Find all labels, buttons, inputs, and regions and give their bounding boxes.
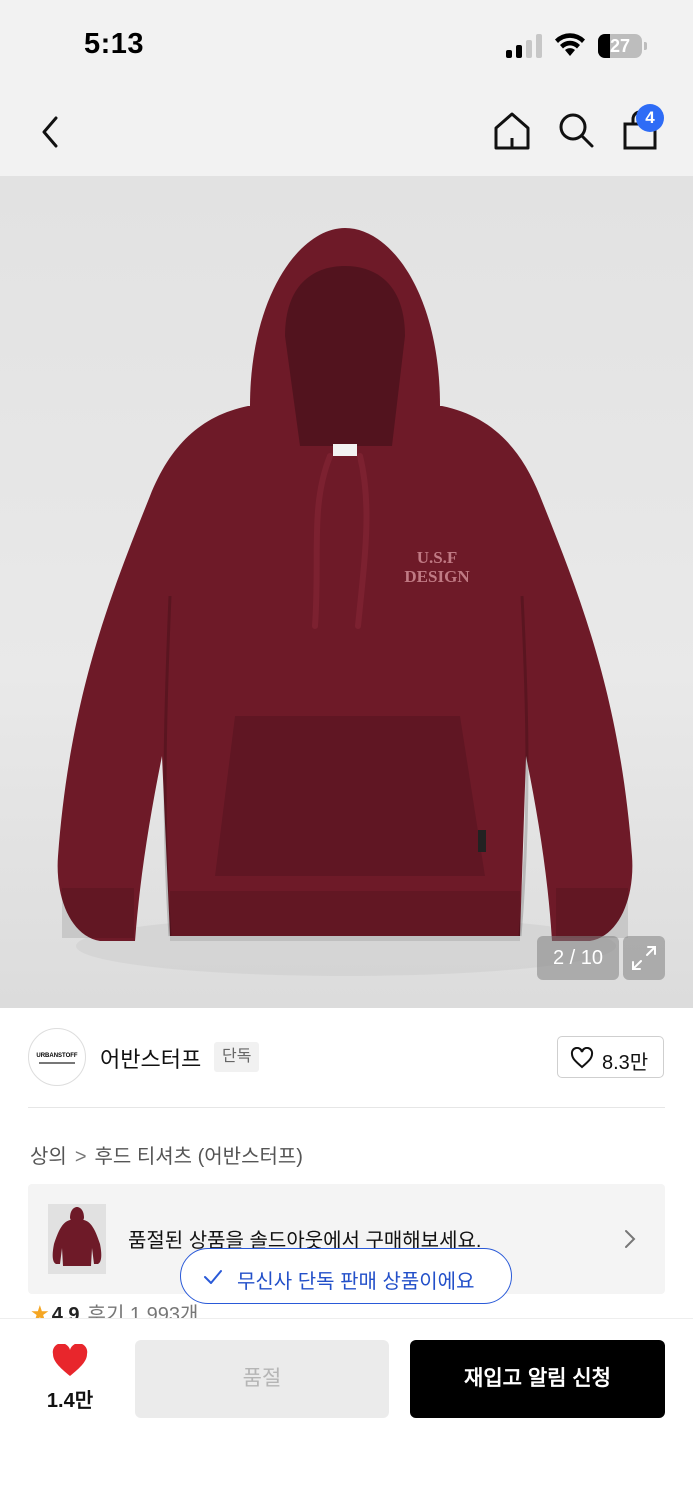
brand-logo-underline <box>39 1062 75 1064</box>
exclusive-notice-pill: 무신사 단독 판매 상품이에요 <box>180 1248 512 1304</box>
brand-like-button[interactable]: 8.3만 <box>557 1036 664 1078</box>
breadcrumb: 상의 > 후드 티셔츠 (어반스터프) <box>30 1140 303 1169</box>
cart-badge: 4 <box>636 104 664 132</box>
wifi-icon <box>555 33 585 56</box>
chevron-right-icon: > <box>74 1146 87 1168</box>
divider <box>28 1107 665 1108</box>
hoodie-image: U.S.F DESIGN <box>57 228 633 976</box>
battery-icon: 27 <box>598 34 642 58</box>
image-counter: 2 / 10 <box>537 936 619 980</box>
brand-like-count: 8.3만 <box>602 1052 649 1074</box>
breadcrumb-subcategory[interactable]: 후드 티셔츠 (어반스터프) <box>95 1140 303 1169</box>
status-bar: 5:13 27 <box>0 0 693 92</box>
signal-icon <box>506 34 542 58</box>
brand-logo-text: URBANSTOFF <box>36 1053 78 1059</box>
print-line2: DESIGN <box>404 567 470 586</box>
search-icon[interactable] <box>554 108 598 152</box>
expand-icon[interactable] <box>623 936 665 980</box>
product-like-count: 1.4만 <box>46 1390 94 1412</box>
soldout-thumbnail <box>48 1204 106 1274</box>
battery-level: 27 <box>609 36 631 56</box>
product-image-gallery[interactable]: U.S.F DESIGN <box>0 176 693 1008</box>
brand-logo[interactable]: URBANSTOFF <box>28 1028 86 1086</box>
exclusive-tag: 단독 <box>214 1042 260 1072</box>
nav-bar <box>0 92 693 176</box>
soldout-button[interactable]: 품절 <box>135 1340 389 1418</box>
brand-name[interactable]: 어반스터프 <box>100 1042 201 1074</box>
heart-outline-icon <box>570 1047 594 1069</box>
heart-filled-icon[interactable] <box>51 1344 89 1378</box>
exclusive-notice-text: 무신사 단독 판매 상품이에요 <box>237 1271 475 1293</box>
chevron-right-icon <box>625 1230 636 1248</box>
status-time: 5:13 <box>84 28 145 60</box>
battery-cap <box>644 42 647 50</box>
home-icon[interactable] <box>490 108 534 152</box>
breadcrumb-category[interactable]: 상의 <box>30 1140 67 1169</box>
print-line1: U.S.F <box>417 548 458 567</box>
check-icon <box>204 1270 222 1284</box>
restock-alert-button[interactable]: 재입고 알림 신청 <box>410 1340 665 1418</box>
back-icon[interactable] <box>32 110 72 154</box>
